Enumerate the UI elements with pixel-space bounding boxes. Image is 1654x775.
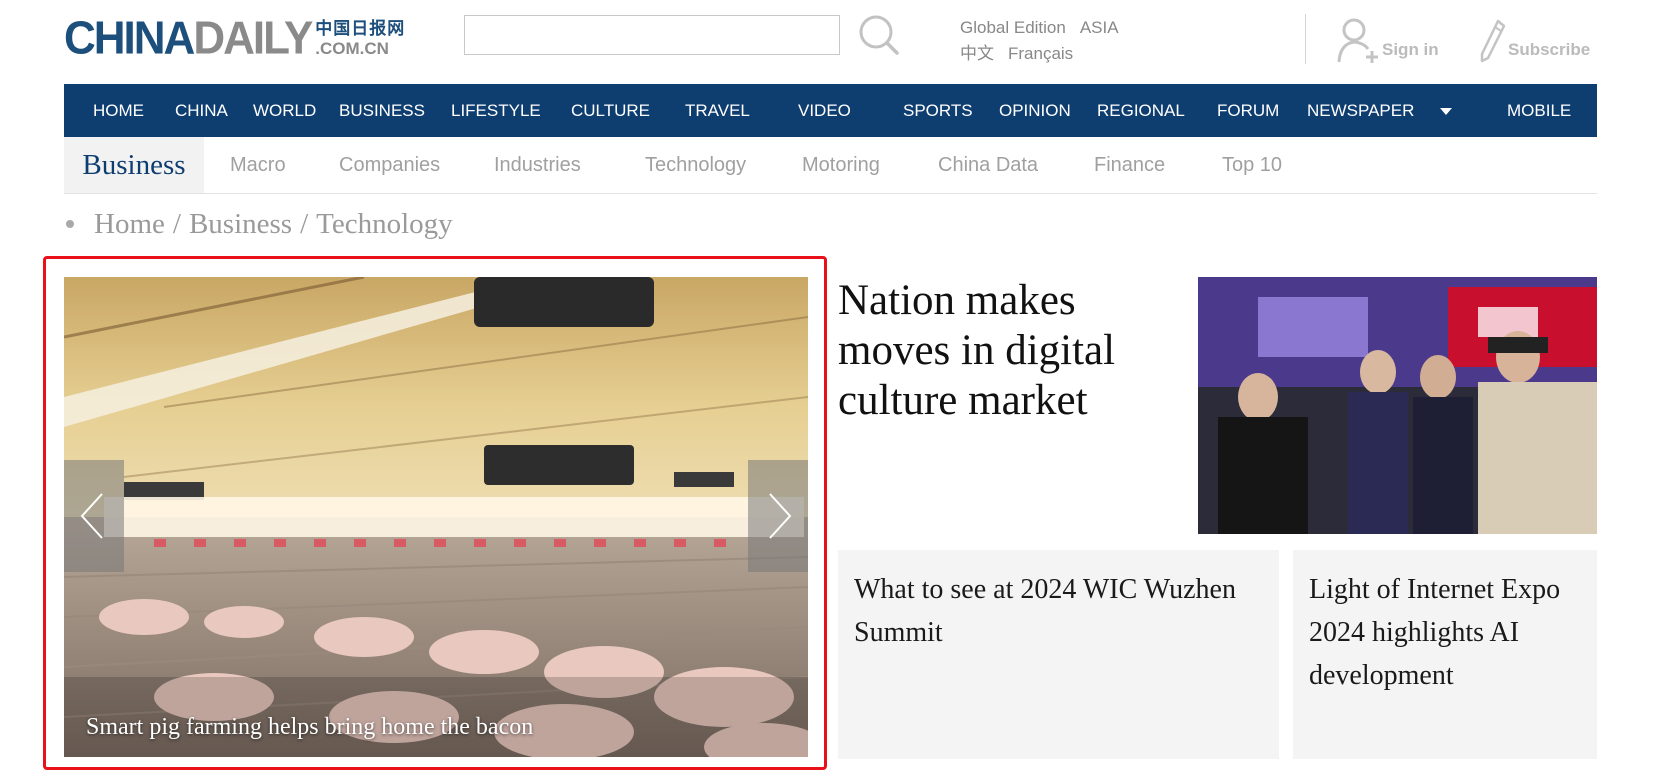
nav-business[interactable]: BUSINESS	[339, 84, 425, 137]
nav-forum[interactable]: FORUM	[1217, 84, 1279, 137]
featured-carousel[interactable]: Smart pig farming helps bring home the b…	[64, 277, 808, 757]
headline-photo[interactable]	[1198, 277, 1597, 534]
chinese-edition-link[interactable]: 中文	[960, 41, 994, 67]
headline-title-link[interactable]: Nation makes moves in digital culture ma…	[838, 276, 1178, 426]
chevron-right-icon	[769, 493, 792, 539]
edition-links: Global Edition ASIA 中文 Français	[960, 15, 1119, 67]
carousel-prev-button[interactable]	[64, 460, 124, 572]
nav-world[interactable]: WORLD	[253, 84, 316, 137]
logo-china-text: CHINA	[64, 12, 195, 65]
breadcrumb: Home / Business / Technology	[66, 205, 453, 243]
nav-home[interactable]: HOME	[93, 84, 144, 137]
breadcrumb-home[interactable]: Home	[94, 208, 165, 241]
sign-in-label: Sign in	[1382, 40, 1439, 59]
logo-daily-text: DAILY	[193, 12, 313, 65]
pen-icon	[1480, 19, 1506, 63]
main-nav: HOME CHINA WORLD BUSINESS LIFESTYLE CULT…	[64, 84, 1597, 137]
nav-travel[interactable]: TRAVEL	[685, 84, 750, 137]
sign-in-link[interactable]: Sign in	[1336, 14, 1439, 64]
search-icon	[859, 15, 899, 55]
headline-image	[1198, 277, 1597, 534]
carousel-next-button[interactable]	[748, 460, 808, 572]
sub-nav-section-title[interactable]: Business	[64, 137, 204, 194]
bullet-icon	[66, 220, 74, 228]
logo-side-text: 中国日报网 .COM.CN	[315, 19, 406, 58]
sub-nav: Business Macro Companies Industries Tech…	[64, 137, 1597, 194]
nav-culture[interactable]: CULTURE	[571, 84, 650, 137]
carousel-caption-link[interactable]: Smart pig farming helps bring home the b…	[86, 714, 533, 741]
sub-nav-industries[interactable]: Industries	[494, 137, 581, 193]
nav-mobile[interactable]: MOBILE	[1507, 84, 1571, 137]
user-icon	[1337, 18, 1378, 63]
sub-nav-companies[interactable]: Companies	[339, 137, 440, 193]
subscribe-label: Subscribe	[1508, 40, 1591, 59]
logo-wordmark: CHINADAILY	[64, 12, 313, 65]
breadcrumb-separator: /	[300, 207, 309, 240]
nav-newspaper[interactable]: NEWSPAPER	[1307, 84, 1414, 137]
nav-video[interactable]: VIDEO	[798, 84, 851, 137]
sub-nav-technology[interactable]: Technology	[645, 137, 746, 193]
header-divider	[1305, 14, 1306, 64]
carousel-image	[64, 277, 808, 757]
sub-nav-china-data[interactable]: China Data	[938, 137, 1038, 193]
nav-sports[interactable]: SPORTS	[903, 84, 973, 137]
logo-cn-name: 中国日报网	[315, 19, 406, 39]
search-input[interactable]	[464, 15, 840, 55]
sub-nav-motoring[interactable]: Motoring	[802, 137, 880, 193]
site-logo[interactable]: CHINADAILY 中国日报网 .COM.CN	[64, 14, 424, 64]
subscribe-link[interactable]: Subscribe	[1478, 16, 1590, 64]
chevron-down-icon[interactable]	[1440, 108, 1452, 115]
french-edition-link[interactable]: Français	[1008, 41, 1073, 67]
breadcrumb-business[interactable]: Business	[189, 208, 292, 241]
sub-nav-macro[interactable]: Macro	[230, 137, 286, 193]
breadcrumb-separator: /	[172, 207, 181, 240]
search-button[interactable]	[856, 12, 902, 58]
logo-domain: .COM.CN	[315, 39, 389, 58]
breadcrumb-technology[interactable]: Technology	[316, 208, 453, 241]
nav-lifestyle[interactable]: LIFESTYLE	[451, 84, 541, 137]
article-card[interactable]: What to see at 2024 WIC Wuzhen Summit	[838, 550, 1279, 759]
sub-nav-top-10[interactable]: Top 10	[1222, 137, 1282, 193]
asia-edition-link[interactable]: ASIA	[1080, 15, 1119, 41]
nav-opinion[interactable]: OPINION	[999, 84, 1071, 137]
sub-nav-finance[interactable]: Finance	[1094, 137, 1165, 193]
nav-regional[interactable]: REGIONAL	[1097, 84, 1185, 137]
chevron-left-icon	[80, 493, 103, 539]
global-edition-link[interactable]: Global Edition	[960, 15, 1066, 41]
nav-china[interactable]: CHINA	[175, 84, 228, 137]
article-card[interactable]: Light of Internet Expo 2024 highlights A…	[1293, 550, 1597, 759]
